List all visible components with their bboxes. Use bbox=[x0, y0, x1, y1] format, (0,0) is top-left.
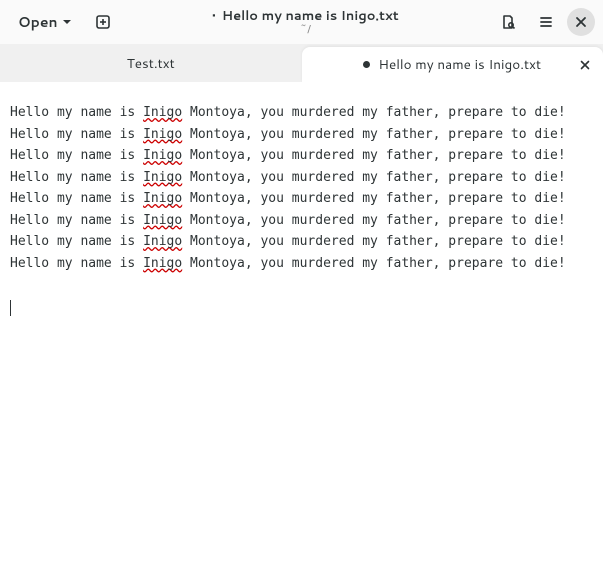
editor-line: Hello my name is Inigo Montoya, you murd… bbox=[10, 231, 593, 253]
editor-line: Hello my name is Inigo Montoya, you murd… bbox=[10, 145, 593, 167]
editor-line: Hello my name is Inigo Montoya, you murd… bbox=[10, 102, 593, 124]
title-block: • Hello my name is Inigo.txt ~/ bbox=[124, 9, 487, 35]
open-button[interactable]: Open bbox=[8, 6, 82, 38]
new-tab-icon bbox=[95, 14, 111, 30]
editor-line bbox=[10, 274, 593, 296]
misspelled-word: Inigo bbox=[143, 148, 182, 163]
tab-modified-dot bbox=[363, 61, 370, 68]
editor-line: Hello my name is Inigo Montoya, you murd… bbox=[10, 210, 593, 232]
menu-button[interactable] bbox=[529, 5, 563, 39]
editor-window: Open • Hello my name is Inigo.txt ~/ bbox=[0, 0, 603, 576]
misspelled-word: Inigo bbox=[143, 127, 182, 142]
document-panel-button[interactable] bbox=[491, 5, 525, 39]
open-button-label: Open bbox=[18, 12, 58, 32]
title-modified-dot: • bbox=[212, 9, 216, 23]
tab-label: Test.txt bbox=[127, 54, 175, 73]
misspelled-word: Inigo bbox=[143, 234, 182, 249]
editor-line: Hello my name is Inigo Montoya, you murd… bbox=[10, 167, 593, 189]
editor-line: Hello my name is Inigo Montoya, you murd… bbox=[10, 124, 593, 146]
tab-bar: Test.txt Hello my name is Inigo.txt bbox=[0, 44, 603, 82]
chevron-down-icon bbox=[62, 17, 72, 27]
editor-line: Hello my name is Inigo Montoya, you murd… bbox=[10, 188, 593, 210]
misspelled-word: Inigo bbox=[143, 170, 182, 185]
editor-cursor-line bbox=[10, 296, 593, 320]
hamburger-icon bbox=[538, 14, 554, 30]
editor-line: Hello my name is Inigo Montoya, you murd… bbox=[10, 253, 593, 275]
header-bar: Open • Hello my name is Inigo.txt ~/ bbox=[0, 0, 603, 44]
tab-close-button[interactable] bbox=[575, 55, 595, 75]
close-window-button[interactable] bbox=[567, 8, 595, 36]
text-cursor bbox=[10, 300, 11, 316]
document-panel-icon bbox=[500, 14, 516, 30]
tab-label: Hello my name is Inigo.txt bbox=[378, 55, 541, 74]
misspelled-word: Inigo bbox=[143, 191, 182, 206]
tab-inigo[interactable]: Hello my name is Inigo.txt bbox=[302, 47, 603, 82]
window-subtitle: ~/ bbox=[300, 23, 311, 35]
misspelled-word: Inigo bbox=[143, 256, 182, 271]
tab-test[interactable]: Test.txt bbox=[0, 44, 302, 82]
text-editor[interactable]: Hello my name is Inigo Montoya, you murd… bbox=[0, 82, 603, 576]
new-tab-button[interactable] bbox=[86, 5, 120, 39]
misspelled-word: Inigo bbox=[143, 213, 182, 228]
close-icon bbox=[575, 16, 587, 28]
misspelled-word: Inigo bbox=[143, 105, 182, 120]
